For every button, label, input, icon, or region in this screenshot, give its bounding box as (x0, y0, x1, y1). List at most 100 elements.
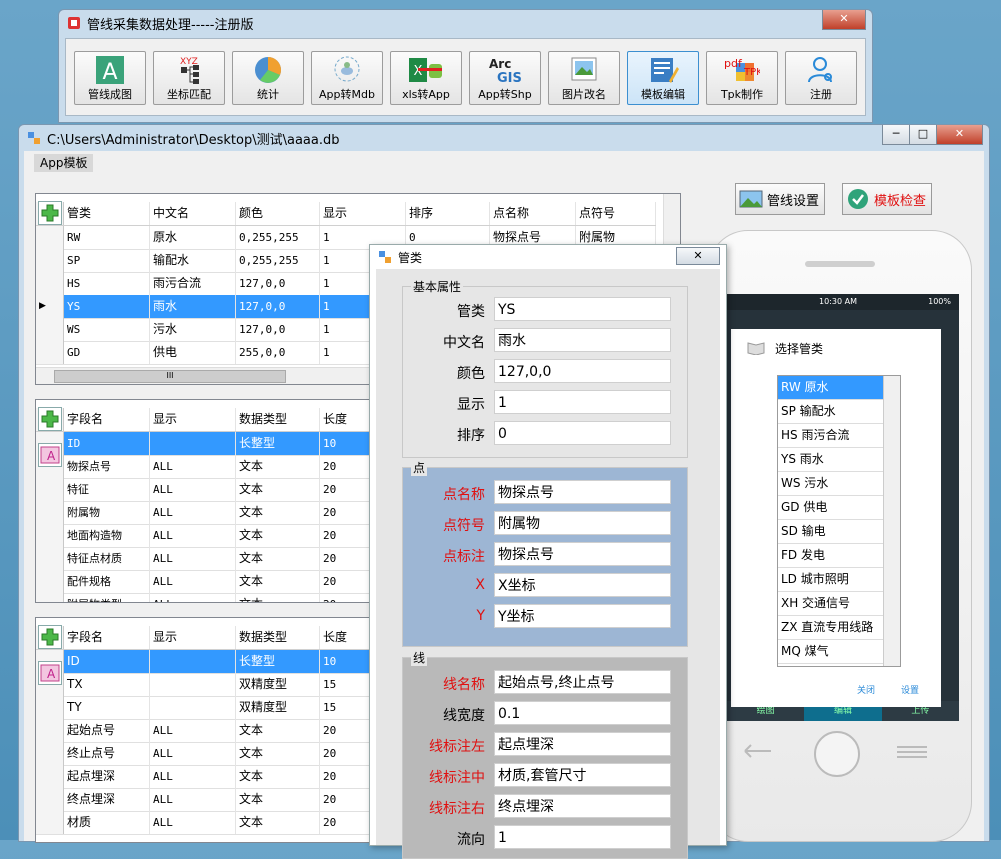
table-cell[interactable]: 127,0,0 (236, 272, 320, 295)
column-header[interactable]: 中文名 (150, 202, 236, 225)
table-cell[interactable]: ALL (150, 811, 236, 834)
list-item[interactable]: MQ 煤气 (778, 640, 900, 664)
column-header[interactable]: 数据类型 (236, 408, 320, 431)
table-cell[interactable]: 配件规格 (64, 570, 150, 593)
table-row[interactable]: TY 双精度型 15 (36, 696, 380, 720)
table-cell[interactable]: 供电 (150, 341, 236, 364)
table-cell[interactable]: ALL (150, 478, 236, 501)
table-row[interactable]: 特征点材质 ALL 文本 20 (36, 547, 380, 571)
table-cell[interactable]: 文本 (236, 455, 320, 478)
table-cell[interactable]: 双精度型 (236, 673, 320, 696)
column-header[interactable]: 排序 (406, 202, 490, 225)
row-selector[interactable] (36, 593, 64, 602)
toolbar-button-register[interactable]: 注册 (785, 51, 857, 105)
table-cell[interactable] (150, 432, 236, 455)
table-cell[interactable]: 输配水 (150, 249, 236, 272)
column-header[interactable]: 管类 (64, 202, 150, 225)
table-cell[interactable]: 文本 (236, 501, 320, 524)
row-selector[interactable] (36, 570, 64, 593)
table-cell[interactable]: 污水 (150, 318, 236, 341)
table-cell[interactable]: 文本 (236, 593, 320, 602)
list-item[interactable]: RW 原水 (778, 376, 900, 400)
table-cell[interactable]: 材质 (64, 811, 150, 834)
table-cell[interactable]: 文本 (236, 524, 320, 547)
list-item[interactable]: FD 发电 (778, 544, 900, 568)
toolbar-button-app-to-mdb[interactable]: App转Mdb (311, 51, 383, 105)
toolbar-button-statistics[interactable]: 统计 (232, 51, 304, 105)
table-cell[interactable]: 特征点材质 (64, 547, 150, 570)
field-input[interactable]: 起始点号,终止点号 (494, 670, 671, 694)
table-row[interactable]: 特征 ALL 文本 20 (36, 478, 380, 502)
list-item[interactable]: WS 污水 (778, 472, 900, 496)
menu-app-template[interactable]: App模板 (34, 154, 94, 172)
field-input[interactable]: 起点埋深 (494, 732, 671, 756)
row-selector[interactable] (36, 765, 64, 788)
popup-settings-button[interactable]: 设置 (901, 683, 919, 696)
row-selector[interactable] (36, 696, 64, 719)
table-cell[interactable]: 附属物类型 (64, 593, 150, 602)
row-selector[interactable] (36, 524, 64, 547)
table-row[interactable]: 地面构造物 ALL 文本 20 (36, 524, 380, 548)
list-scrollbar[interactable] (883, 376, 900, 666)
list-item[interactable]: ZX 直流专用线路 (778, 616, 900, 640)
add-field-text-button[interactable]: A (38, 661, 62, 685)
table-cell[interactable]: 终点埋深 (64, 788, 150, 811)
table-cell[interactable]: ALL (150, 547, 236, 570)
field-input[interactable]: 0 (494, 421, 671, 445)
column-header[interactable]: 数据类型 (236, 626, 320, 649)
table-cell[interactable]: SP (64, 249, 150, 272)
row-selector[interactable] (36, 249, 64, 272)
row-selector[interactable] (36, 742, 64, 765)
table-cell[interactable]: 0,255,255 (236, 226, 320, 249)
table-row[interactable]: 起始点号 ALL 文本 20 (36, 719, 380, 743)
column-header[interactable]: 字段名 (64, 626, 150, 649)
table-cell[interactable]: 文本 (236, 719, 320, 742)
table-row[interactable]: ID 长整型 10 (36, 432, 380, 456)
table-cell[interactable]: 文本 (236, 811, 320, 834)
table-cell[interactable]: 文本 (236, 765, 320, 788)
pipe-settings-button[interactable]: 管线设置 (735, 183, 825, 215)
table-row[interactable]: 配件规格 ALL 文本 20 (36, 570, 380, 594)
table-row[interactable]: 物探点号 ALL 文本 20 (36, 455, 380, 479)
add-row-button[interactable] (38, 625, 62, 649)
field-input[interactable]: 物探点号 (494, 542, 671, 566)
table-cell[interactable]: TX (64, 673, 150, 696)
table-cell[interactable] (150, 696, 236, 719)
field-input[interactable]: Y坐标 (494, 604, 671, 628)
table-cell[interactable]: 雨水 (150, 295, 236, 318)
table-cell[interactable]: ALL (150, 524, 236, 547)
column-header[interactable]: 显示 (150, 408, 236, 431)
field-input[interactable]: 1 (494, 390, 671, 414)
column-header[interactable]: 颜色 (236, 202, 320, 225)
table-cell[interactable]: 255,0,0 (236, 341, 320, 364)
pipe-type-list[interactable]: RW 原水 SP 输配水 HS 雨污合流 YS 雨水 WS 污水 GD 供电 SD 输电 FD… (777, 375, 901, 667)
table-row[interactable]: 终点埋深 ALL 文本 20 (36, 788, 380, 812)
column-header[interactable]: 显示 (320, 202, 406, 225)
table-cell[interactable]: 起点埋深 (64, 765, 150, 788)
list-item[interactable]: HS 雨污合流 (778, 424, 900, 448)
row-selector[interactable] (36, 226, 64, 249)
table-cell[interactable]: RW (64, 226, 150, 249)
table-cell[interactable]: ALL (150, 742, 236, 765)
column-header[interactable]: 点名称 (490, 202, 576, 225)
list-item[interactable]: GD 供电 (778, 496, 900, 520)
toolbar-button-tpk-make[interactable]: pdf TPK Tpk制作 (706, 51, 778, 105)
column-header[interactable]: 显示 (150, 626, 236, 649)
field-input[interactable]: 雨水 (494, 328, 671, 352)
table-cell[interactable]: ALL (150, 501, 236, 524)
table-cell[interactable]: ALL (150, 765, 236, 788)
line-fields-grid[interactable]: 字段名 显示 数据类型 长度 ID 长整型 10 TX 双精度型 15 TY 双精度型 15 起始点号 AL… (35, 617, 381, 843)
table-cell[interactable]: 原水 (150, 226, 236, 249)
field-input[interactable]: 材质,套管尺寸 (494, 763, 671, 787)
template-check-button[interactable]: 模板检查 (842, 183, 932, 215)
table-cell[interactable]: 127,0,0 (236, 318, 320, 341)
row-selector[interactable] (36, 719, 64, 742)
table-cell[interactable] (150, 650, 236, 673)
toolbar-button-coord-match[interactable]: XYZ 坐标匹配 (153, 51, 225, 105)
toolbar-button-pipeline-map[interactable]: A 管线成图 (74, 51, 146, 105)
toolbar-button-template-edit[interactable]: 模板编辑 (627, 51, 699, 105)
table-cell[interactable]: ID (64, 432, 150, 455)
row-selector[interactable] (36, 788, 64, 811)
field-input[interactable]: 物探点号 (494, 480, 671, 504)
table-cell[interactable]: ALL (150, 719, 236, 742)
